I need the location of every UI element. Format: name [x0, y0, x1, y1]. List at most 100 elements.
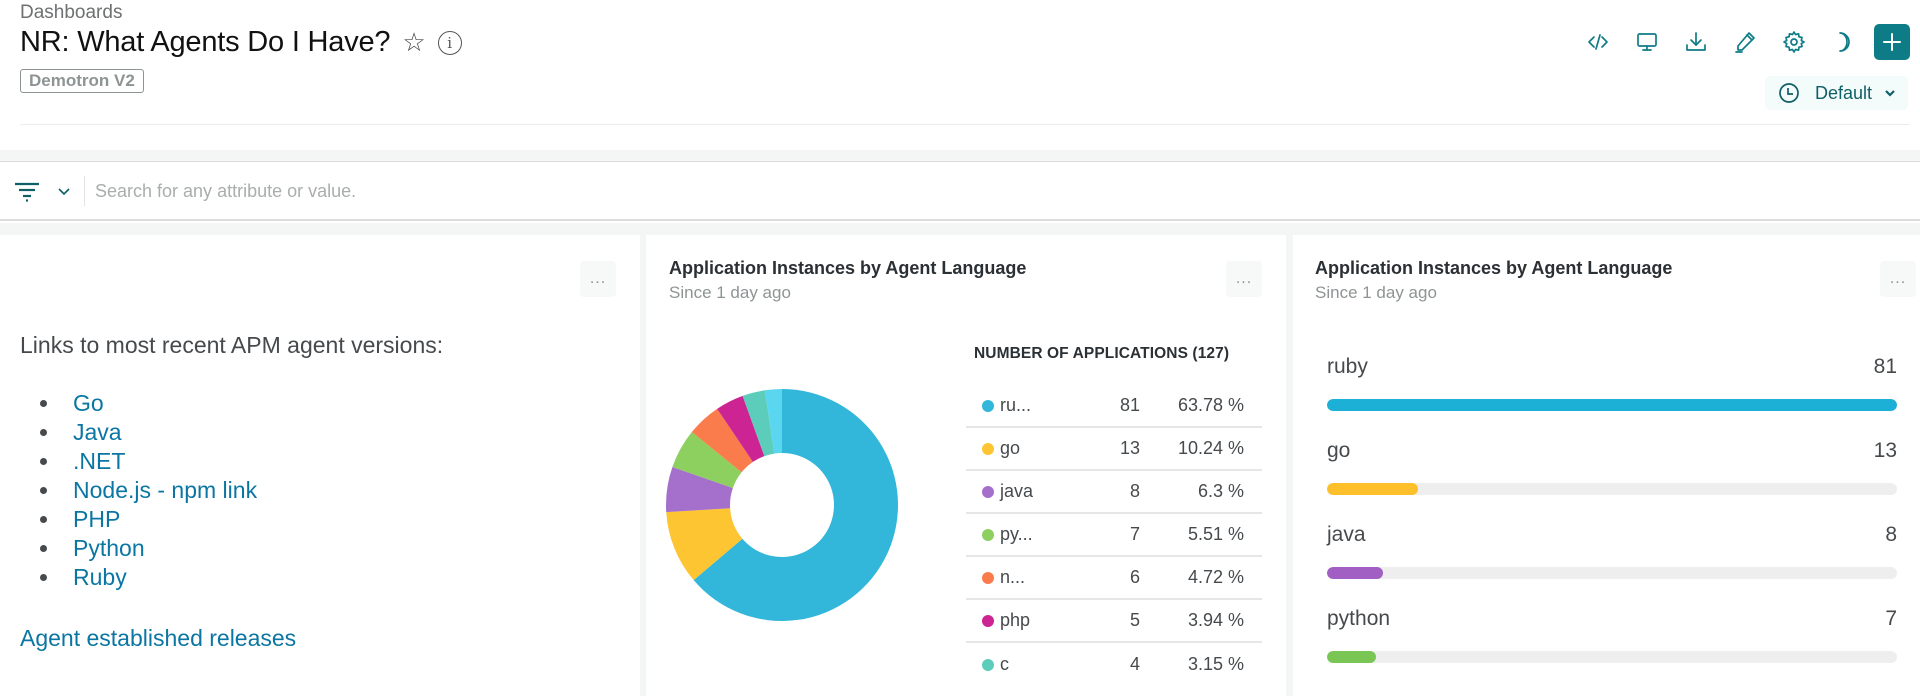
filter-bar: [0, 163, 1920, 221]
bar-value: 7: [1885, 607, 1897, 630]
widget-subtitle: Since 1 day ago: [1315, 283, 1437, 302]
legend-color-dot: [982, 399, 994, 412]
legend-color-dot: [982, 571, 994, 584]
legend-percent: 5.51 %: [1187, 524, 1244, 544]
page-title: NR: What Agents Do I Have?: [20, 26, 391, 58]
bar-row[interactable]: python 7: [1327, 607, 1897, 691]
link-php[interactable]: PHP: [73, 505, 120, 534]
legend-count: 6: [1129, 567, 1140, 587]
settings-button[interactable]: [1776, 24, 1812, 60]
markdown-widget: ... Links to most recent APM agent versi…: [0, 235, 640, 696]
pie-legend-table: NUMBER OF APPLICATIONS (127) ru... 81 63.7…: [966, 345, 1262, 686]
code-icon: [1588, 34, 1608, 50]
legend-row[interactable]: c 4 3.15 %: [966, 643, 1262, 686]
legend-color-dot: [982, 485, 994, 498]
legend-color-dot: [982, 528, 994, 541]
filter-separator: [84, 176, 85, 206]
donut-chart[interactable]: [662, 385, 902, 625]
link-java[interactable]: Java: [73, 418, 122, 447]
legend-color-dot: [982, 614, 994, 627]
gear-icon: [1783, 31, 1805, 53]
markdown-intro: Links to most recent APM agent versions:: [20, 332, 444, 358]
legend-row[interactable]: n... 6 4.72 %: [966, 557, 1262, 600]
download-button[interactable]: [1678, 24, 1714, 60]
legend-label: n...: [1000, 567, 1026, 587]
widget-more-button[interactable]: ...: [580, 261, 616, 297]
legend-row[interactable]: py... 7 5.51 %: [966, 514, 1262, 557]
bullet: [40, 400, 47, 407]
legend-label: py...: [1000, 524, 1033, 544]
download-icon: [1686, 32, 1706, 51]
bar-fill: [1327, 651, 1377, 663]
bar-fill: [1327, 567, 1384, 579]
code-button[interactable]: [1580, 24, 1616, 60]
dark-mode-button[interactable]: [1825, 24, 1861, 60]
bar-value: 13: [1873, 439, 1897, 462]
bar-label: go: [1327, 439, 1351, 462]
bar-list: ruby 81 go 13 java 8 python 7: [1327, 355, 1897, 691]
bar-track: [1327, 399, 1897, 411]
legend-row[interactable]: ru... 81 63.78 %: [966, 385, 1262, 428]
monitor-icon: [1637, 33, 1657, 51]
bar-fill: [1327, 399, 1897, 411]
list-item: Ruby: [40, 563, 257, 592]
list-item: Node.js - npm link: [40, 476, 257, 505]
legend-count: 81: [1119, 395, 1140, 415]
bullet: [40, 458, 47, 465]
search-input[interactable]: [95, 180, 1795, 202]
bar-track: [1327, 651, 1897, 663]
add-widget-button[interactable]: [1874, 24, 1910, 60]
legend-label: c: [1000, 654, 1009, 674]
legend-color-dot: [982, 658, 994, 671]
tv-mode-button[interactable]: [1629, 24, 1665, 60]
section-divider: [0, 150, 1920, 162]
legend-row[interactable]: go 13 10.24 %: [966, 428, 1262, 471]
link-ruby[interactable]: Ruby: [73, 563, 127, 592]
bullet: [40, 545, 47, 552]
chevron-down-icon[interactable]: [56, 183, 72, 199]
legend-count: 5: [1129, 610, 1140, 630]
link-go[interactable]: Go: [73, 389, 104, 418]
bar-row[interactable]: java 8: [1327, 523, 1897, 607]
legend-percent: 6.3 %: [1197, 481, 1244, 501]
widget-title: Application Instances by Agent Language: [669, 258, 1027, 278]
bullet: [40, 574, 47, 581]
edit-button[interactable]: [1727, 24, 1763, 60]
header-divider: [20, 124, 1910, 125]
widget-more-button[interactable]: ...: [1226, 261, 1262, 297]
bar-value: 8: [1885, 523, 1897, 546]
link-dotnet[interactable]: .NET: [73, 447, 125, 476]
pencil-icon: [1735, 32, 1755, 53]
legend-percent: 3.15 %: [1187, 654, 1244, 674]
agent-releases-link[interactable]: Agent established releases: [20, 625, 296, 652]
legend-count: 4: [1129, 654, 1140, 674]
filter-icon[interactable]: [14, 180, 40, 202]
bar-chart-widget: Application Instances by Agent Language …: [1293, 235, 1920, 696]
breadcrumb[interactable]: Dashboards: [20, 2, 122, 24]
legend-row[interactable]: java 8 6.3 %: [966, 471, 1262, 514]
favorite-star-icon[interactable]: ☆: [402, 27, 425, 58]
legend-label: ru...: [1000, 395, 1032, 415]
list-item: Python: [40, 534, 257, 563]
bar-row[interactable]: go 13: [1327, 439, 1897, 523]
toolbar: [1567, 24, 1910, 60]
link-nodejs[interactable]: Node.js - npm link: [73, 476, 257, 505]
time-picker[interactable]: Default: [1764, 76, 1908, 110]
widget-more-button[interactable]: ...: [1880, 261, 1916, 297]
account-tag: Demotron V2: [20, 69, 144, 93]
legend-label: java: [1000, 481, 1034, 501]
link-python[interactable]: Python: [73, 534, 145, 563]
time-picker-label: Default: [1814, 82, 1872, 103]
bullet: [40, 429, 47, 436]
bullet: [40, 487, 47, 494]
bar-value: 81: [1873, 355, 1897, 378]
info-icon[interactable]: i: [437, 30, 462, 55]
legend-count: 7: [1129, 524, 1140, 544]
moon-icon: [1839, 32, 1850, 52]
chevron-down-icon: [1885, 90, 1895, 97]
legend-percent: 3.94 %: [1187, 610, 1244, 630]
dashboard-header: Dashboards NR: What Agents Do I Have? ☆ …: [0, 0, 1920, 150]
bar-row[interactable]: ruby 81: [1327, 355, 1897, 439]
legend-row[interactable]: php 5 3.94 %: [966, 600, 1262, 643]
legend-percent: 10.24 %: [1177, 438, 1244, 458]
